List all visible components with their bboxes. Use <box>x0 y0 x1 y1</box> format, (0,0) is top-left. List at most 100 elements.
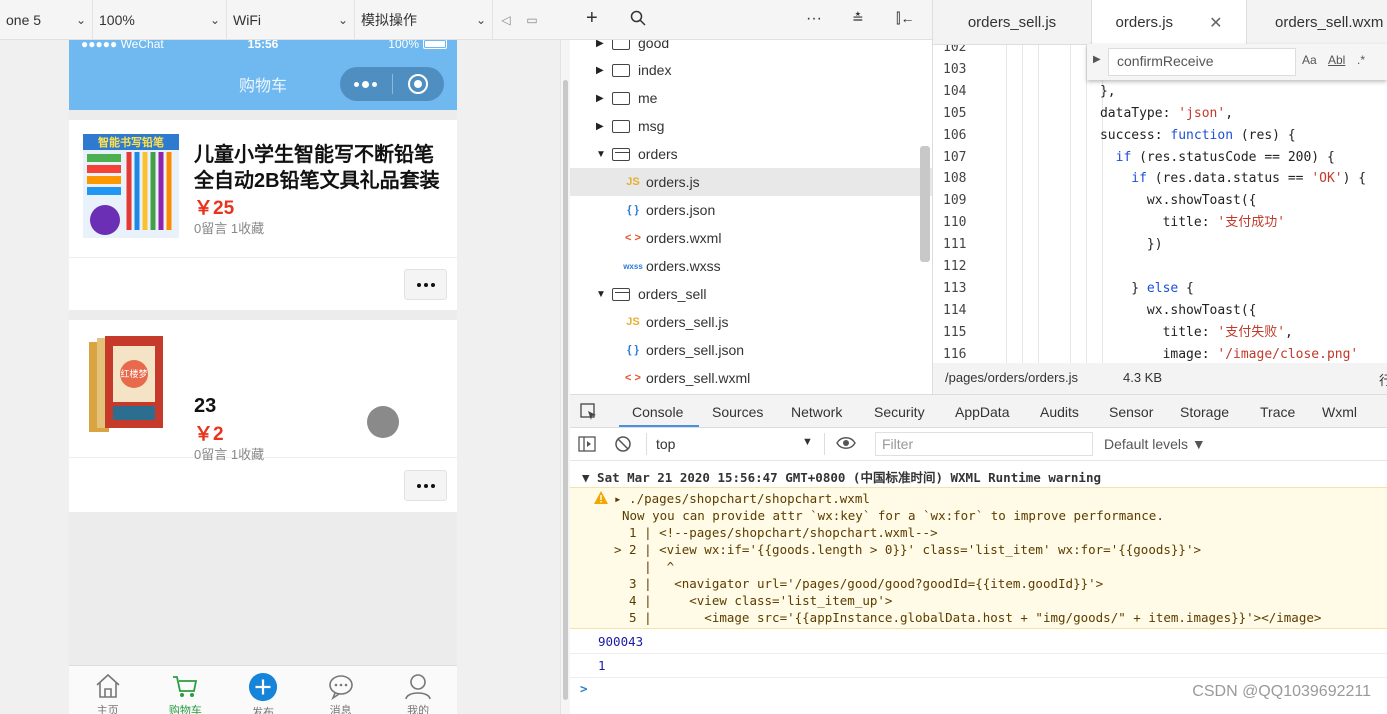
code-line: 104 }, <box>933 81 1387 103</box>
devtools-tab[interactable]: Audits <box>1040 404 1079 420</box>
explorer-toolbar: + ··· ≛ ⫿← <box>570 0 932 40</box>
devtools-tab[interactable]: Network <box>791 404 842 420</box>
tree-file-orders-json[interactable]: { } orders.json <box>570 196 932 224</box>
add-icon[interactable]: + <box>586 7 598 30</box>
tree-file-orders-js[interactable]: JS orders.js <box>570 168 932 196</box>
match-case-toggle[interactable]: Aa <box>1302 53 1317 67</box>
svg-text:红楼梦: 红楼梦 <box>120 368 147 380</box>
window-icon[interactable]: ▭ <box>519 0 545 40</box>
code-editor[interactable]: 102 id103 st104 },105 dataType: 'json',1… <box>932 45 1387 363</box>
product-meta: 0留言 1收藏 <box>194 447 265 462</box>
tab-orders-js[interactable]: orders.js ✕ <box>1091 0 1247 45</box>
more-icon[interactable]: ··· <box>806 10 822 28</box>
regex-toggle[interactable]: .* <box>1357 53 1365 67</box>
chevron-down-icon[interactable]: ▼ <box>802 436 813 448</box>
tab-home[interactable]: 主页 <box>69 666 147 714</box>
log-levels-select[interactable]: Default levels ▼ <box>1104 436 1206 452</box>
tree-file-orders-sell-js[interactable]: JS orders_sell.js <box>570 308 932 336</box>
clear-console-icon[interactable] <box>614 435 632 456</box>
tab-messages[interactable]: 消息 <box>302 666 380 714</box>
editor-status-bar: /pages/orders/orders.js 4.3 KB 行 <box>932 363 1387 394</box>
more-button[interactable] <box>404 269 447 300</box>
devtools-tab[interactable]: Security <box>874 404 925 420</box>
mode-select[interactable]: 模拟操作 ⌄ <box>355 0 493 40</box>
chevron-down-icon: ▼ <box>596 148 606 160</box>
code-line: 116 image: '/image/close.png' <box>933 344 1387 363</box>
speaker-icon[interactable]: ◁ <box>493 0 519 40</box>
warning-source[interactable]: ▸ ./pages/shopchart/shopchart.wxml <box>614 491 1387 506</box>
battery-status: 100% <box>388 40 447 51</box>
folder-open-icon <box>612 287 630 301</box>
tab-cart[interactable]: 购物车 <box>147 666 225 714</box>
tree-folder-msg[interactable]: ▶ msg <box>570 112 932 140</box>
tree-folder-index[interactable]: ▶ index <box>570 56 932 84</box>
devtools-tab[interactable]: Storage <box>1180 404 1229 420</box>
status-bar: ●●●●● WeChat 15:56 100% <box>69 40 457 54</box>
tab-me[interactable]: 我的 <box>379 666 457 714</box>
devtools-tab[interactable]: Sensor <box>1109 404 1153 420</box>
tree-folder-orders-sell[interactable]: ▼ orders_sell <box>570 280 932 308</box>
tree-file-orders-wxml[interactable]: < > orders.wxml <box>570 224 932 252</box>
collapse-icon[interactable]: ≛ <box>852 10 864 27</box>
zoom-select[interactable]: 100% ⌄ <box>93 0 227 40</box>
code-line: 107 if (res.statusCode == 200) { <box>933 147 1387 169</box>
search-icon[interactable] <box>630 10 646 31</box>
split-icon[interactable]: ⫿← <box>896 10 914 27</box>
inspect-icon[interactable] <box>580 403 598 424</box>
devtools-tab[interactable]: AppData <box>955 404 1009 420</box>
devtools-tab[interactable]: Trace <box>1260 404 1295 420</box>
wxss-file-icon: wxss <box>623 261 643 271</box>
more-button[interactable] <box>404 470 447 501</box>
find-input[interactable]: confirmReceive <box>1108 48 1296 76</box>
code-line: 112 <box>933 256 1387 278</box>
close-icon[interactable]: ✕ <box>1209 13 1222 33</box>
context-select[interactable]: top <box>656 436 675 452</box>
tree-label: me <box>638 90 658 106</box>
log-group-header[interactable]: ▼ Sat Mar 21 2020 15:56:47 GMT+0800 (中国标… <box>582 467 1387 486</box>
tree-folder-good[interactable]: ▶ good <box>570 40 932 57</box>
close-miniprogram-button[interactable] <box>392 67 444 101</box>
tree-folder-me[interactable]: ▶ me <box>570 84 932 112</box>
simulator-scrollbar[interactable] <box>560 40 570 714</box>
tree-file-orders-sell-json[interactable]: { } orders_sell.json <box>570 336 932 364</box>
tab-publish[interactable]: 发布 <box>224 666 302 714</box>
tree-folder-orders[interactable]: ▼ orders <box>570 140 932 168</box>
tree-scrollbar-thumb[interactable] <box>920 146 930 262</box>
scrollbar-thumb[interactable] <box>563 80 568 700</box>
tree-file-orders-sell-wxml[interactable]: < > orders_sell.wxml <box>570 364 932 392</box>
code-frame-line: 1 | <!--pages/shopchart/shopchart.wxml--… <box>614 525 938 540</box>
tree-label: orders.js <box>646 174 700 190</box>
line-number: 114 <box>943 302 967 318</box>
code-text: }, <box>1053 83 1116 99</box>
tab-orders-sell-js[interactable]: orders_sell.js <box>933 0 1091 45</box>
code-text: dataType: 'json', <box>1053 105 1234 121</box>
device-select[interactable]: one 5 ⌄ <box>0 0 93 40</box>
network-select[interactable]: WiFi ⌄ <box>227 0 355 40</box>
code-text: success: function (res) { <box>1053 127 1296 143</box>
device-label: one 5 <box>6 11 42 28</box>
line-indicator[interactable]: 行 <box>1379 370 1387 389</box>
cart-item-link[interactable]: 智能书写铅笔 儿童小学生智能写不断铅笔全自动2B铅笔文具礼品套装 ￥25 0留言… <box>69 120 457 258</box>
mode-label: 模拟操作 <box>361 11 417 28</box>
code-text: wx.showToast({ <box>1053 302 1257 318</box>
sidebar-toggle-icon[interactable] <box>578 435 596 456</box>
folder-icon <box>612 119 630 133</box>
devtools-tab[interactable]: Sources <box>712 404 763 420</box>
more-menu-button[interactable] <box>340 67 392 101</box>
line-number: 111 <box>943 237 967 253</box>
line-number: 115 <box>943 324 967 340</box>
code-frame-line: > 2 | <view wx:if='{{goods.length > 0}}'… <box>614 542 1201 557</box>
tab-orders-sell-wxml[interactable]: orders_sell.wxm <box>1247 0 1387 45</box>
chat-icon <box>326 672 356 700</box>
code-line: 115 title: '支付失败', <box>933 322 1387 344</box>
chevron-right-icon[interactable]: ▶ <box>1093 54 1101 65</box>
tree-file-orders-wxss[interactable]: wxss orders.wxss <box>570 252 932 280</box>
console-filter-input[interactable]: Filter <box>875 432 1093 456</box>
whole-word-toggle[interactable]: Abl <box>1328 53 1345 67</box>
cart-item-link[interactable]: 红楼梦 23 ￥2 0留言 1收藏 <box>69 320 457 462</box>
devtools-tab[interactable]: Console <box>632 404 683 420</box>
tab-label: orders_sell.wxm <box>1275 14 1384 31</box>
code-text: if (res.statusCode == 200) { <box>1115 149 1335 165</box>
eye-icon[interactable] <box>836 435 856 454</box>
devtools-tab[interactable]: Wxml <box>1322 404 1357 420</box>
